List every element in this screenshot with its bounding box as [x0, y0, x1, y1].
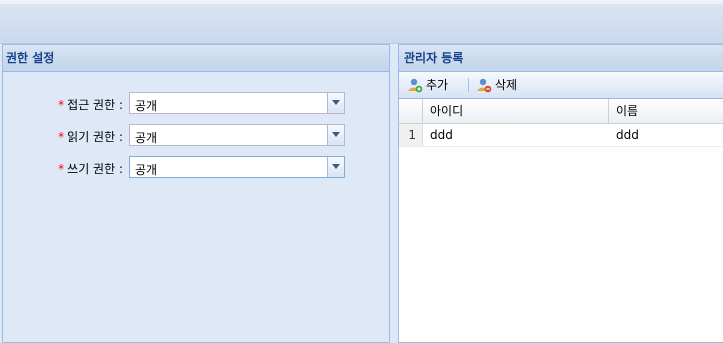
admin-registration-title: 관리자 등록	[399, 45, 723, 72]
cell-name[interactable]: ddd	[616, 124, 639, 146]
add-admin-button[interactable]: 추가	[407, 76, 465, 94]
column-header-name[interactable]: 이름	[609, 99, 723, 123]
delete-admin-button[interactable]: 삭제	[476, 76, 534, 94]
read-permission-select[interactable]: 공개	[129, 124, 345, 146]
access-permission-label: * 접근 권한 :	[58, 98, 123, 112]
toolbar-separator	[468, 78, 469, 92]
permission-settings-panel: 권한 설정 * 접근 권한 : 공개 * 읽기 권한 : 공개 * 쓰기 권한 : 공…	[2, 44, 390, 343]
access-permission-value: 공개	[135, 99, 158, 113]
chevron-down-icon	[332, 100, 340, 105]
required-mark: *	[58, 98, 65, 112]
table-row[interactable]: 1 ddd ddd	[399, 124, 723, 147]
delete-admin-label: 삭제	[495, 78, 518, 92]
read-permission-value: 공개	[135, 131, 158, 145]
permission-settings-title: 권한 설정	[3, 45, 389, 72]
access-permission-dropdown-trigger[interactable]	[327, 93, 344, 113]
read-permission-label-row: * 읽기 권한 :	[3, 124, 123, 146]
admin-grid-header: 아이디 이름	[399, 99, 723, 124]
chevron-down-icon	[332, 132, 340, 137]
write-permission-value: 공개	[135, 163, 158, 177]
write-permission-dropdown-trigger[interactable]	[327, 157, 344, 177]
read-permission-label: * 읽기 권한 :	[58, 130, 123, 144]
required-mark: *	[58, 162, 65, 176]
admin-registration-panel: 관리자 등록 추가 삭제 아이디 이름 1 ddd ddd	[398, 44, 723, 343]
user-add-icon	[408, 78, 423, 93]
add-admin-label: 추가	[426, 78, 449, 92]
user-delete-icon	[477, 78, 492, 93]
cell-id[interactable]: ddd	[430, 124, 453, 146]
access-permission-select[interactable]: 공개	[129, 92, 345, 114]
column-header-id[interactable]: 아이디	[423, 99, 609, 123]
row-number-header	[399, 99, 423, 123]
top-toolbar	[0, 0, 723, 44]
access-permission-label-row: * 접근 권한 :	[3, 92, 123, 114]
chevron-down-icon	[332, 164, 340, 169]
write-permission-select[interactable]: 공개	[129, 156, 345, 178]
row-number: 1	[399, 124, 423, 146]
required-mark: *	[58, 130, 65, 144]
write-permission-label: * 쓰기 권한 :	[58, 162, 123, 176]
read-permission-dropdown-trigger[interactable]	[327, 125, 344, 145]
write-permission-label-row: * 쓰기 권한 :	[3, 156, 123, 178]
admin-toolbar: 추가 삭제	[399, 72, 723, 99]
